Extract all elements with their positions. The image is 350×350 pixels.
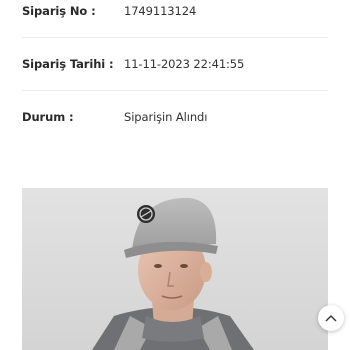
chevron-up-icon [325,315,337,322]
divider [22,90,328,91]
order-date-row: Sipariş Tarihi : 11-11-2023 22:41:55 [22,56,328,72]
scroll-top-button[interactable] [318,305,344,331]
order-number-value: 1749113124 [124,4,197,18]
order-status-label: Durum : [22,110,74,124]
order-number-label: Sipariş No : [22,4,96,18]
product-image[interactable] [22,188,328,350]
order-date-value: 11-11-2023 22:41:55 [124,57,245,71]
order-number-row: Sipariş No : 1749113124 [22,3,328,19]
product-photo [22,188,328,350]
order-date-label: Sipariş Tarihi : [22,57,114,71]
order-status-value: Siparişin Alındı [124,110,208,124]
divider [22,37,328,38]
order-status-row: Durum : Siparişin Alındı [22,109,328,125]
